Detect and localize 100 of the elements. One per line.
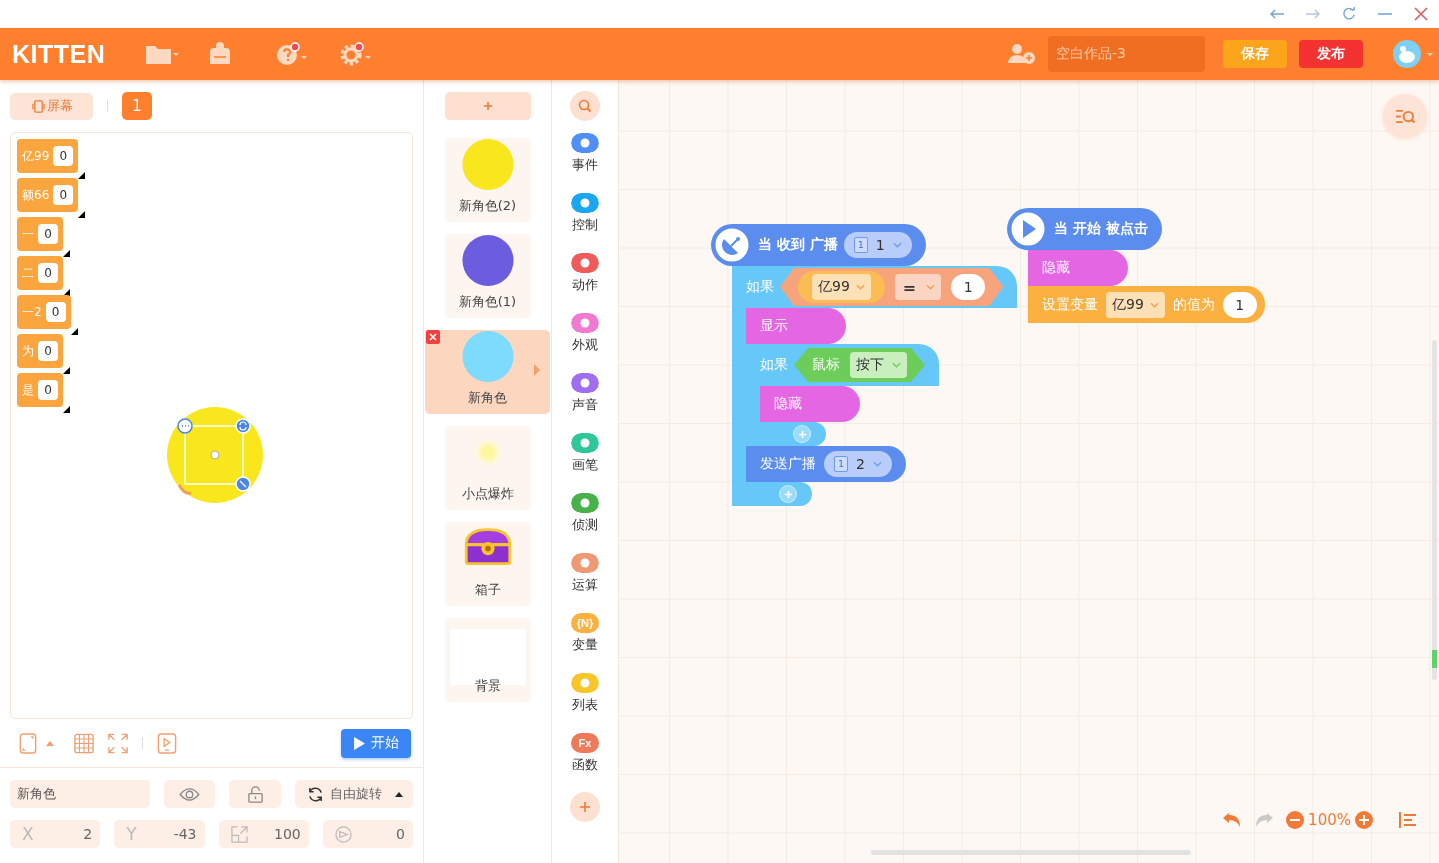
category-button[interactable]: 侦测 [571,487,599,547]
plus-icon [783,489,793,499]
category-button[interactable]: Fx 函数 [571,727,599,787]
number-field[interactable]: 1 [951,274,986,300]
direction-field[interactable]: 0 [322,820,413,848]
zoom-level: 100% [1308,811,1351,829]
resize-handle-icon[interactable] [63,406,70,413]
category-button[interactable]: 控制 [571,187,599,247]
field-value: 100 [273,826,301,842]
zoom-in-icon[interactable] [1355,811,1373,829]
backpack-icon[interactable] [209,42,232,66]
avatar-icon[interactable] [1393,39,1433,69]
add-user-icon[interactable] [1008,42,1036,66]
category-button[interactable]: 事件 [571,127,599,187]
event-hat-block[interactable]: 当 收到 广播 1 1 [711,224,926,266]
if-block[interactable]: 如果 鼠标 按下 隐藏 [746,344,939,446]
scrollbar[interactable] [871,850,1191,855]
chevron-icon [855,284,865,290]
compare-block[interactable]: 亿99 = 1 [780,268,1004,306]
back-icon[interactable] [1269,7,1285,21]
forward-icon[interactable] [1305,7,1321,21]
sprite-card[interactable]: 箱子 [444,522,531,606]
sprite-card[interactable]: 小点爆炸 [444,426,531,510]
search-icon [578,99,592,113]
delete-icon[interactable] [426,330,440,344]
resize-handle-icon[interactable] [78,211,86,218]
sprite-card[interactable]: 新角色(1) [444,234,531,318]
variable-value: 0 [38,380,58,400]
x-field[interactable]: X 2 [10,820,101,848]
close-icon[interactable] [1413,7,1429,21]
message-dropdown[interactable]: 1 1 [843,232,912,258]
add-button[interactable] [780,486,796,502]
operator-dropdown[interactable]: = [894,274,942,300]
category-button[interactable]: 运算 [571,547,599,607]
variable-dropdown[interactable]: 亿99 [1106,291,1165,318]
help-icon[interactable] [275,42,310,66]
field-label: X [22,824,34,844]
sprite-card[interactable]: 新角色 [425,330,550,414]
play-icon [1008,209,1048,249]
variable-value: 0 [38,224,58,244]
sprite-name: 新角色 [468,389,507,407]
category-button[interactable]: 声音 [571,367,599,427]
message-value: 2 [856,456,865,472]
play-screen-icon[interactable] [157,732,177,754]
variable-value: 0 [45,302,66,322]
category-button[interactable]: {N} 变量 [571,607,599,667]
size-icon [230,825,248,843]
selection-box[interactable] [177,418,251,492]
add-category-button[interactable] [570,792,600,822]
sprite-card[interactable]: 背景 [444,618,531,702]
zoom-out-icon[interactable] [1286,811,1305,829]
message-dropdown[interactable]: 1 2 [824,451,892,477]
publish-button[interactable]: 发布 [1299,40,1363,68]
lock-button[interactable] [229,780,281,808]
resize-handle-icon[interactable] [63,367,70,374]
y-field[interactable]: Y -43 [114,820,205,848]
size-field[interactable]: 100 [218,820,309,848]
scrollbar[interactable] [1432,340,1437,680]
sprite-card[interactable]: 新角色(2) [444,138,531,222]
variable-dropdown[interactable]: 亿99 [812,274,871,300]
sprite-name-field[interactable]: 新角色 [10,780,150,808]
message-badge: 1 [834,456,848,472]
redo-icon[interactable] [1254,812,1275,828]
broadcast-block[interactable]: 发送广播 1 2 [746,446,906,482]
category-button[interactable]: 列表 [571,667,599,727]
add-button[interactable] [794,426,810,442]
category-button[interactable]: 动作 [571,247,599,307]
search-button[interactable] [570,91,600,121]
field-value: 0 [395,826,405,842]
caret-icon[interactable] [46,740,54,746]
undo-icon[interactable] [1222,812,1243,828]
visibility-button[interactable] [164,780,216,808]
find-block-button[interactable] [1383,94,1427,138]
number-field[interactable]: 1 [1222,291,1257,318]
variable-name: 为 [22,342,34,360]
mouse-sensing-block[interactable]: 鼠标 按下 [794,348,925,382]
category-button[interactable]: 画笔 [571,427,599,487]
refresh-icon[interactable] [1341,7,1357,21]
grid-icon[interactable] [74,732,94,754]
plus-icon [482,100,493,111]
align-icon[interactable] [1399,812,1417,828]
resize-handle-icon[interactable] [63,250,70,257]
message-value: 1 [875,237,885,253]
start-button[interactable]: 开始 [341,728,411,758]
sprite-drawing[interactable] [167,407,263,503]
phone-frame-icon[interactable] [18,732,38,754]
sprite-name: 新角色(1) [458,293,517,311]
option-dropdown[interactable]: 按下 [850,352,907,378]
if-block[interactable]: 如果 亿99 = 1 显示 如果 鼠标 按下 隐藏 发送广播 1 2 [732,266,1018,506]
sprite-name: 箱子 [474,581,501,599]
field-value: 2 [82,826,93,842]
category-button[interactable]: 外观 [571,307,599,367]
rotation-dropdown[interactable]: 自由旋转 [294,780,413,808]
fullscreen-icon[interactable] [108,732,128,754]
caret-icon[interactable] [534,364,540,376]
resize-handle-icon[interactable] [78,172,86,179]
settings-icon[interactable] [339,42,374,66]
set-variable-block[interactable]: 设置变量 亿99 的值为 1 [1028,286,1265,323]
variable-value: 0 [53,146,74,166]
resize-handle-icon[interactable] [70,328,78,335]
